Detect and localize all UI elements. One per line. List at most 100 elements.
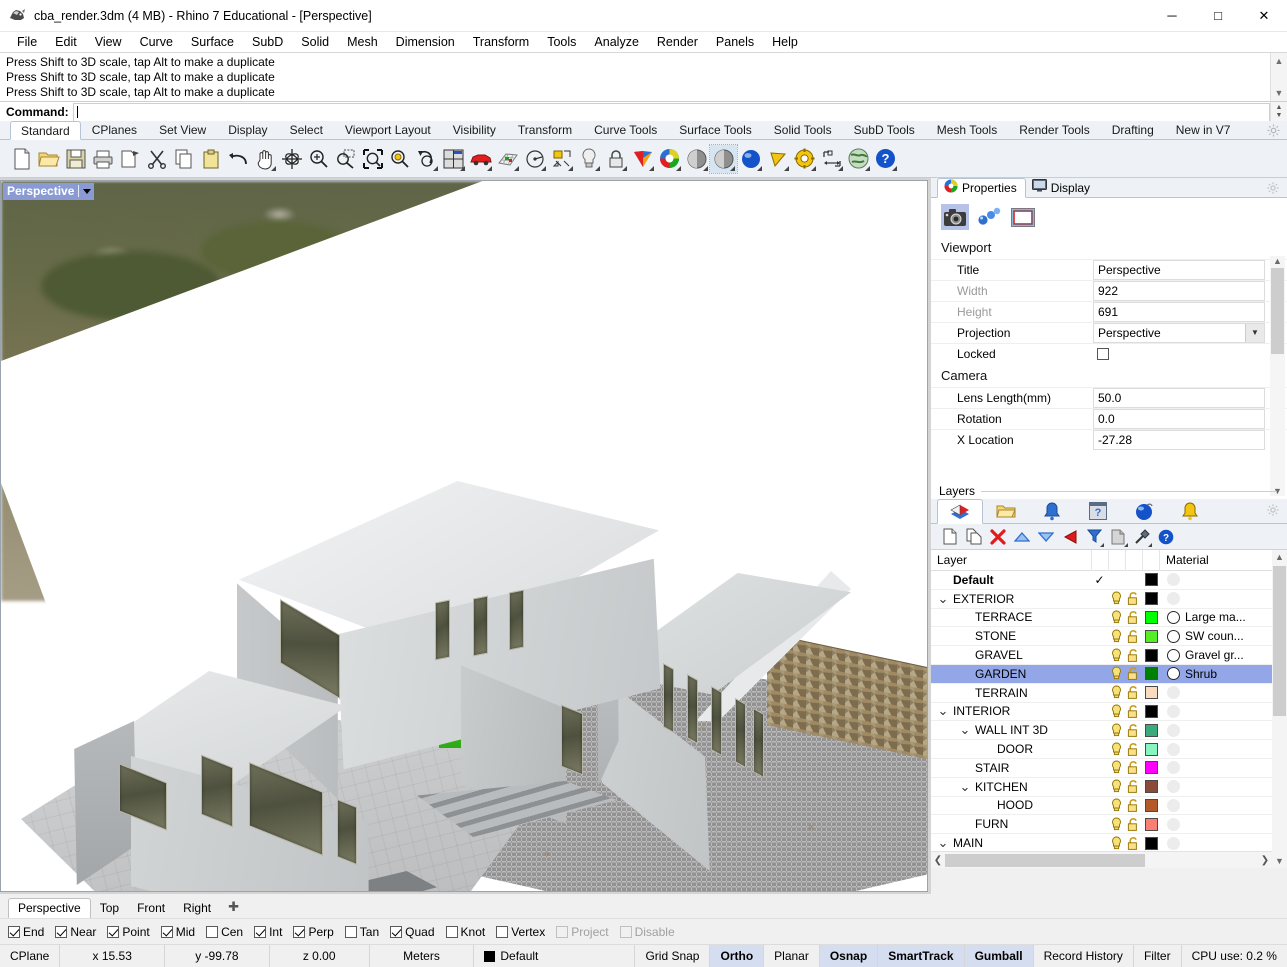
layer-row[interactable]: TERRACELarge ma...◖	[931, 609, 1287, 628]
undo-icon[interactable]	[224, 145, 251, 173]
layer-visibility-bulb-icon[interactable]	[1108, 591, 1125, 606]
osnap-int[interactable]: Int	[254, 925, 282, 939]
scrollbar-thumb[interactable]	[945, 854, 1145, 867]
paste-icon[interactable]	[197, 145, 224, 173]
layer-lock-icon[interactable]	[1125, 836, 1142, 851]
new-sublayer-icon[interactable]	[963, 526, 985, 548]
layer-visibility-bulb-icon[interactable]	[1108, 704, 1125, 719]
layer-visibility-bulb-icon[interactable]	[1108, 742, 1125, 757]
toolbar-tab-render-tools[interactable]: Render Tools	[1008, 121, 1101, 139]
help-icon[interactable]: ?	[1155, 526, 1177, 548]
checkbox-icon[interactable]	[293, 926, 305, 938]
chevron-down-icon[interactable]: ▼	[1245, 324, 1264, 342]
camera-icon[interactable]	[941, 204, 969, 230]
layer-material-swatch[interactable]	[1167, 573, 1180, 586]
layer-color-swatch[interactable]	[1145, 761, 1158, 774]
move-down-icon[interactable]	[1035, 526, 1057, 548]
layer-material-swatch[interactable]	[1167, 705, 1180, 718]
layer-color-swatch[interactable]	[1145, 630, 1158, 643]
four-viewports-icon[interactable]	[440, 145, 467, 173]
toolbar-tab-curve-tools[interactable]: Curve Tools	[583, 121, 668, 139]
layer-lock-icon[interactable]	[1125, 779, 1142, 794]
scroll-right-icon[interactable]: ❯	[1258, 855, 1272, 866]
chevron-down-icon[interactable]	[83, 189, 91, 194]
layer-lock-icon[interactable]	[1125, 591, 1142, 606]
checkbox-icon[interactable]	[446, 926, 458, 938]
layer-visibility-bulb-icon[interactable]	[1108, 779, 1125, 794]
status-toggle-gumball[interactable]: Gumball	[965, 945, 1034, 967]
toolbar-tab-standard[interactable]: Standard	[10, 121, 81, 140]
locked-checkbox[interactable]	[1097, 348, 1109, 360]
toolbar-tab-transform[interactable]: Transform	[507, 121, 583, 139]
copy-objects-icon[interactable]	[1107, 526, 1129, 548]
minimize-button[interactable]: ─	[1149, 0, 1195, 32]
layer-visibility-bulb-icon[interactable]	[1108, 817, 1125, 832]
osnap-tan[interactable]: Tan	[345, 925, 379, 939]
chevron-down-icon[interactable]: ⌄	[959, 726, 971, 734]
layer-color-swatch[interactable]	[1145, 837, 1158, 850]
menu-item-surface[interactable]: Surface	[182, 33, 243, 51]
osnap-vertex[interactable]: Vertex	[496, 925, 545, 939]
checkbox-icon[interactable]	[161, 926, 173, 938]
menu-item-subd[interactable]: SubD	[243, 33, 292, 51]
property-value-field[interactable]: Perspective▼	[1093, 323, 1265, 343]
layer-row[interactable]: FURN◖	[931, 815, 1287, 834]
menu-item-solid[interactable]: Solid	[292, 33, 338, 51]
status-toggle-record-history[interactable]: Record History	[1034, 945, 1134, 967]
pan-hand-icon[interactable]	[251, 145, 278, 173]
layer-color-swatch[interactable]	[1145, 592, 1158, 605]
status-toggle-planar[interactable]: Planar	[764, 945, 820, 967]
layer-visibility-bulb-icon[interactable]	[1108, 629, 1125, 644]
layer-color-swatch[interactable]	[1145, 573, 1158, 586]
layer-color-swatch[interactable]	[1145, 705, 1158, 718]
checkbox-icon[interactable]	[254, 926, 266, 938]
render-sphere-icon[interactable]	[737, 145, 764, 173]
status-units[interactable]: Meters	[370, 945, 475, 967]
layer-lock-icon[interactable]	[1125, 610, 1142, 625]
properties-settings-gear-icon[interactable]	[1266, 181, 1281, 196]
layer-row[interactable]: HOOD◖	[931, 797, 1287, 816]
toolbar-tab-new-in-v7[interactable]: New in V7	[1165, 121, 1242, 139]
layer-material-swatch[interactable]	[1167, 686, 1180, 699]
layer-lock-icon[interactable]	[1125, 648, 1142, 663]
current-layer-check-icon[interactable]: ✓	[1091, 573, 1108, 587]
layer-visibility-bulb-icon[interactable]	[1108, 836, 1125, 851]
command-input[interactable]	[73, 103, 1270, 122]
scroll-up-icon[interactable]: ▲	[1275, 53, 1284, 69]
lock-icon[interactable]	[602, 145, 629, 173]
status-cplane[interactable]: CPlane	[0, 945, 60, 967]
layer-visibility-bulb-icon[interactable]	[1108, 798, 1125, 813]
menu-item-transform[interactable]: Transform	[464, 33, 539, 51]
new-layer-icon[interactable]	[939, 526, 961, 548]
cone-icon[interactable]	[764, 145, 791, 173]
layer-visibility-bulb-icon[interactable]	[1108, 760, 1125, 775]
layer-lock-icon[interactable]	[1125, 742, 1142, 757]
layer-row[interactable]: ⌄INTERIOR◖	[931, 703, 1287, 722]
shade-icon[interactable]	[683, 145, 710, 173]
zoom-selected-icon[interactable]	[386, 145, 413, 173]
layer-row[interactable]: GARDENShrub◖	[931, 665, 1287, 684]
color-wheel-icon[interactable]	[656, 145, 683, 173]
toolbar-tab-set-view[interactable]: Set View	[148, 121, 217, 139]
scroll-up-icon[interactable]: ▲	[1275, 550, 1284, 564]
spin-up-icon[interactable]: ▲	[1276, 104, 1283, 112]
chevron-down-icon[interactable]: ⌄	[959, 783, 971, 791]
layer-row[interactable]: ⌄EXTERIOR◖	[931, 590, 1287, 609]
cut-scissors-icon[interactable]	[143, 145, 170, 173]
layer-color-swatch[interactable]	[1145, 780, 1158, 793]
property-value-field[interactable]: 691	[1093, 302, 1265, 322]
folder-icon[interactable]	[983, 499, 1029, 523]
layer-material-swatch[interactable]	[1167, 780, 1180, 793]
view-tab-top[interactable]: Top	[91, 899, 128, 918]
render-color-icon[interactable]	[629, 145, 656, 173]
osnap-cen[interactable]: Cen	[206, 925, 243, 939]
layer-lock-icon[interactable]	[1125, 704, 1142, 719]
layer-lock-icon[interactable]	[1125, 685, 1142, 700]
toolbar-tab-solid-tools[interactable]: Solid Tools	[763, 121, 843, 139]
layer-color-swatch[interactable]	[1145, 649, 1158, 662]
save-icon[interactable]	[62, 145, 89, 173]
property-value-field[interactable]: 922	[1093, 281, 1265, 301]
layer-color-swatch[interactable]	[1145, 818, 1158, 831]
plus-icon[interactable]: ✚	[220, 899, 247, 918]
checkbox-icon[interactable]	[496, 926, 508, 938]
